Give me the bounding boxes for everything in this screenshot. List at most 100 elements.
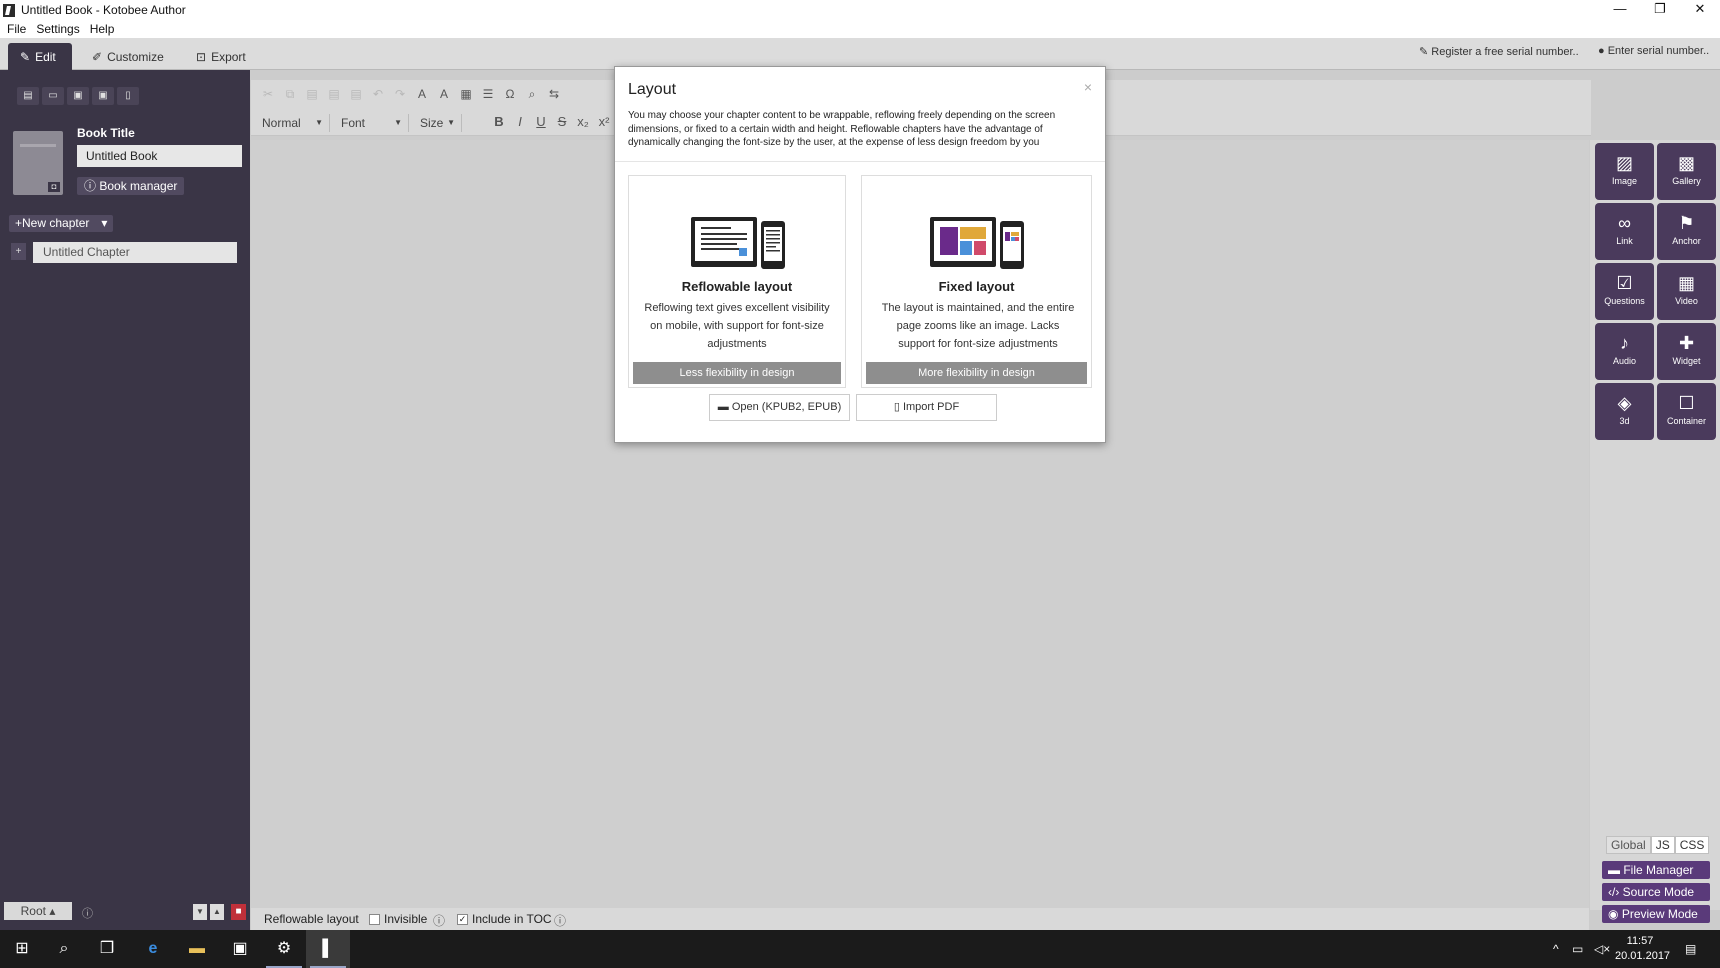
tab-export[interactable]: ⊡ Export bbox=[184, 43, 258, 70]
move-up-icon[interactable]: ▲ bbox=[210, 904, 224, 920]
windows-start-icon[interactable]: ⊞ bbox=[0, 930, 44, 968]
widget-label: Gallery bbox=[1672, 176, 1701, 186]
pdf-icon[interactable]: ▯ bbox=[117, 87, 139, 105]
new-file-icon[interactable]: ▤ bbox=[17, 87, 39, 105]
eye-icon: ◉ bbox=[1608, 907, 1622, 921]
tab-customize[interactable]: ✐ Customize bbox=[80, 43, 176, 70]
paste-icon[interactable]: ▤ bbox=[303, 86, 321, 102]
info-icon[interactable]: ⓘ bbox=[433, 912, 445, 929]
subscript-icon[interactable]: x₂ bbox=[575, 114, 591, 129]
root-button[interactable]: Root ▴ bbox=[4, 902, 72, 920]
close-icon[interactable]: × bbox=[1084, 79, 1092, 95]
include-toc-checkbox[interactable]: ✓ bbox=[457, 914, 468, 926]
widget-gallery[interactable]: ▩ Gallery bbox=[1657, 143, 1716, 200]
folder-icon: ▬ bbox=[1608, 863, 1624, 877]
book-cover[interactable]: ◘ bbox=[13, 131, 63, 195]
tab-js[interactable]: JS bbox=[1650, 836, 1675, 854]
special-char-icon[interactable]: Ω bbox=[501, 86, 519, 102]
menu-settings[interactable]: Settings bbox=[36, 22, 79, 36]
caret-down-icon[interactable]: ▾ bbox=[101, 215, 107, 232]
chapter-expand-button[interactable]: + bbox=[11, 243, 26, 260]
chapter-item[interactable]: Untitled Chapter bbox=[33, 242, 237, 263]
cut-icon[interactable]: ✂ bbox=[259, 86, 277, 102]
notifications-icon[interactable]: ▤ bbox=[1685, 930, 1696, 968]
widget-video[interactable]: ▦ Video bbox=[1657, 263, 1716, 320]
widget-container[interactable]: ☐ Container bbox=[1657, 383, 1716, 440]
enter-serial-link[interactable]: ● Enter serial number.. bbox=[1598, 45, 1709, 57]
reflowable-layout-card[interactable]: Reflowable layout Reflowing text gives e… bbox=[628, 175, 846, 388]
tray-chevron-icon[interactable]: ^ bbox=[1553, 930, 1559, 968]
paste-word-icon[interactable]: ▤ bbox=[347, 86, 365, 102]
font-select[interactable]: Font ▼ bbox=[335, 114, 409, 132]
layout-type-label[interactable]: Reflowable layout bbox=[264, 912, 359, 926]
reflowable-select-button[interactable]: Less flexibility in design bbox=[633, 362, 841, 384]
widget-image[interactable]: ▨ Image bbox=[1595, 143, 1654, 200]
restore-button[interactable]: ❐ bbox=[1640, 0, 1680, 20]
close-window-button[interactable]: ✕ bbox=[1680, 0, 1720, 20]
delete-icon[interactable]: ■ bbox=[231, 904, 246, 920]
replace-icon[interactable]: ⇆ bbox=[545, 86, 563, 102]
text-color-icon[interactable]: A bbox=[413, 86, 431, 102]
open-kpub-button[interactable]: ▬ Open (KPUB2, EPUB) bbox=[709, 394, 850, 421]
network-icon[interactable]: ▭ bbox=[1572, 930, 1583, 968]
widget-anchor[interactable]: ⚑ Anchor bbox=[1657, 203, 1716, 260]
book-title-input[interactable] bbox=[77, 145, 242, 167]
widget-widget[interactable]: ✚ Widget bbox=[1657, 323, 1716, 380]
menu-file[interactable]: File bbox=[7, 22, 26, 36]
invisible-toggle[interactable]: Invisible bbox=[369, 912, 427, 926]
copy-icon[interactable]: ⧉ bbox=[281, 86, 299, 102]
tab-css[interactable]: CSS bbox=[1674, 836, 1710, 854]
file-explorer-icon[interactable]: ▬ bbox=[175, 930, 219, 968]
fixed-layout-card[interactable]: Fixed layout The layout is maintained, a… bbox=[861, 175, 1092, 388]
book-manager-button[interactable]: ⓘ Book manager bbox=[77, 177, 185, 195]
horizontal-line-icon[interactable]: ☰ bbox=[479, 86, 497, 102]
minimize-button[interactable]: — bbox=[1600, 0, 1640, 20]
task-view-icon[interactable]: ❒ bbox=[85, 930, 129, 968]
paragraph-style-select[interactable]: Normal ▼ bbox=[256, 114, 330, 132]
bg-color-icon[interactable]: A bbox=[435, 86, 453, 102]
system-clock[interactable]: 11:57 20.01.2017 bbox=[1615, 934, 1670, 964]
undo-icon[interactable]: ↶ bbox=[369, 86, 387, 102]
widget-audio[interactable]: ♪ Audio bbox=[1595, 323, 1654, 380]
italic-icon[interactable]: I bbox=[512, 114, 528, 129]
widget-questions[interactable]: ☑ Questions bbox=[1595, 263, 1654, 320]
register-serial-link[interactable]: ✎ Register a free serial number.. bbox=[1419, 45, 1579, 58]
size-select[interactable]: Size ▼ bbox=[414, 114, 462, 132]
fixed-select-button[interactable]: More flexibility in design bbox=[866, 362, 1087, 384]
invisible-checkbox[interactable] bbox=[369, 914, 380, 926]
search-icon[interactable]: ⌕ bbox=[42, 930, 86, 968]
redo-icon[interactable]: ↷ bbox=[391, 86, 409, 102]
preview-mode-button[interactable]: ◉ Preview Mode bbox=[1602, 905, 1710, 923]
widget-3d[interactable]: ◈ 3d bbox=[1595, 383, 1654, 440]
kotobee-app-icon[interactable]: ▌ bbox=[306, 930, 350, 968]
tab-global[interactable]: Global bbox=[1606, 836, 1651, 854]
strikethrough-icon[interactable]: S bbox=[554, 114, 570, 129]
table-icon[interactable]: ▦ bbox=[457, 86, 475, 102]
bold-icon[interactable]: B bbox=[491, 114, 507, 129]
underline-icon[interactable]: U bbox=[533, 114, 549, 129]
volume-muted-icon[interactable]: ◁× bbox=[1594, 930, 1610, 968]
tab-edit[interactable]: ✎ Edit bbox=[8, 43, 72, 70]
fixed-title: Fixed layout bbox=[938, 279, 1015, 294]
info-icon[interactable]: ⓘ bbox=[82, 905, 93, 921]
menu-help[interactable]: Help bbox=[90, 22, 115, 36]
store-icon[interactable]: ▣ bbox=[218, 930, 262, 968]
include-toc-toggle[interactable]: ✓ Include in TOC bbox=[457, 912, 552, 926]
paste-text-icon[interactable]: ▤ bbox=[325, 86, 343, 102]
toolbar-row-1: ✂ ⧉ ▤ ▤ ▤ ↶ ↷ A A ▦ ☰ Ω ⌕ ⇆ bbox=[259, 86, 563, 102]
info-icon[interactable]: ⓘ bbox=[554, 912, 566, 929]
move-down-icon[interactable]: ▼ bbox=[193, 904, 207, 920]
find-icon[interactable]: ⌕ bbox=[523, 86, 541, 102]
settings-gear-icon[interactable]: ⚙ bbox=[262, 930, 306, 968]
camera-icon[interactable]: ◘ bbox=[48, 182, 60, 192]
import-pdf-button[interactable]: ▯ Import PDF bbox=[856, 394, 997, 421]
save-icon[interactable]: ▣ bbox=[67, 87, 89, 105]
open-folder-icon[interactable]: ▭ bbox=[42, 87, 64, 105]
edge-browser-icon[interactable]: e bbox=[131, 930, 175, 968]
superscript-icon[interactable]: x² bbox=[596, 114, 612, 129]
source-mode-button[interactable]: ‹/› Source Mode bbox=[1602, 883, 1710, 901]
save-as-icon[interactable]: ▣ bbox=[92, 87, 114, 105]
widget-link[interactable]: ∞ Link bbox=[1595, 203, 1654, 260]
file-manager-button[interactable]: ▬ File Manager bbox=[1602, 861, 1710, 879]
new-chapter-button[interactable]: + New chapter ▾ bbox=[9, 215, 114, 232]
